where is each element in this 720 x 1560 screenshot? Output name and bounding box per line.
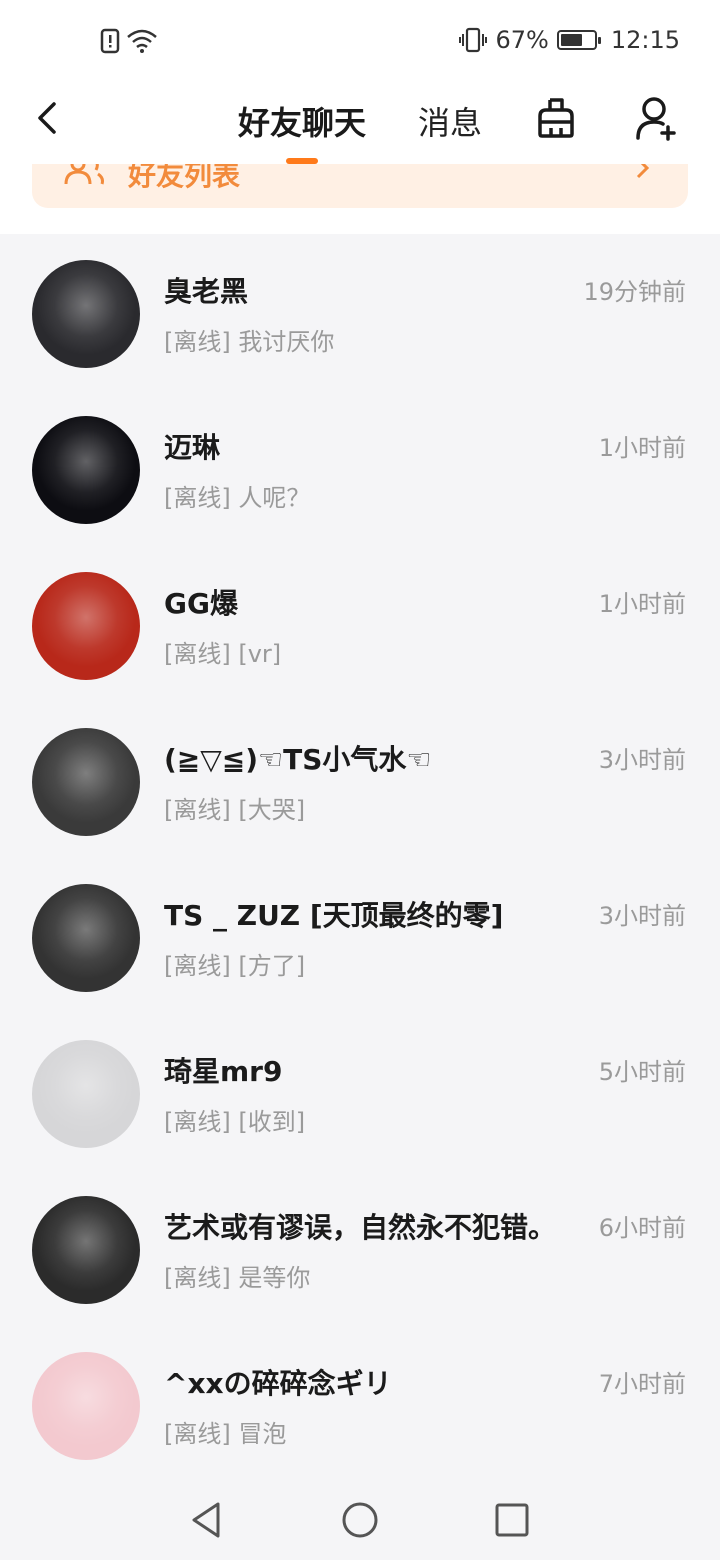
contact-name: ^xxの碎碎念ギリ: [164, 1367, 392, 1400]
last-message-time: 6小时前: [598, 1214, 686, 1242]
chevron-right-icon: [636, 164, 650, 179]
last-message-preview: [离线] 人呢？: [164, 484, 311, 512]
contact-name: 艺术或有谬误，自然永不犯错。: [164, 1211, 557, 1244]
chat-row[interactable]: TS _ ZUZ [天顶最终的零] 3小时前 [离线] [方了]: [0, 858, 720, 1014]
avatar[interactable]: [32, 416, 140, 524]
broom-icon[interactable]: [532, 94, 580, 142]
last-message-time: 1小时前: [598, 434, 686, 462]
contact-name: GG爆: [164, 587, 238, 620]
status-right: 67% 12:15: [459, 26, 680, 54]
tab-messages[interactable]: 消息: [418, 98, 482, 144]
chat-list: 臭老黑 19分钟前 [离线] 我讨厌你 迈琳 1小时前 [离线] 人呢？ GG爆…: [0, 234, 720, 1480]
contact-name: 迈琳: [164, 431, 221, 464]
wifi-icon: [127, 29, 157, 53]
last-message-time: 19分钟前: [583, 278, 686, 306]
avatar[interactable]: [32, 572, 140, 680]
avatar[interactable]: [32, 260, 140, 368]
battery-percent: 67%: [495, 26, 549, 54]
avatar[interactable]: [32, 728, 140, 836]
back-triangle-icon[interactable]: [186, 1498, 230, 1542]
chat-row[interactable]: 琦星mr9 5小时前 [离线] [收到]: [0, 1014, 720, 1170]
tab-friend-chat[interactable]: 好友聊天: [238, 98, 366, 144]
last-message-preview: [离线] [收到]: [164, 1108, 306, 1136]
contact-name: 琦星mr9: [164, 1055, 283, 1088]
last-message-preview: [离线] 冒泡: [164, 1420, 287, 1448]
contact-name: TS _ ZUZ [天顶最终的零]: [164, 899, 504, 932]
battery-level: [560, 34, 583, 46]
recents-square-icon[interactable]: [490, 1498, 534, 1542]
top-nav: 好友聊天 消息: [0, 84, 720, 164]
chat-row[interactable]: 艺术或有谬误，自然永不犯错。 6小时前 [离线] 是等你: [0, 1170, 720, 1326]
friends-icon: [64, 164, 104, 185]
last-message-preview: [离线] [大哭]: [164, 796, 306, 824]
alert-icon: [100, 28, 120, 54]
last-message-time: 3小时前: [598, 902, 686, 930]
friend-list-banner[interactable]: 好友列表: [32, 164, 688, 208]
last-message-preview: [离线] [方了]: [164, 952, 306, 980]
chat-row[interactable]: ^xxの碎碎念ギリ 7小时前 [离线] 冒泡: [0, 1326, 720, 1482]
status-bar: 67% 12:15: [0, 0, 720, 84]
avatar[interactable]: [32, 1040, 140, 1148]
system-nav-bar: [0, 1480, 720, 1560]
last-message-preview: [离线] 我讨厌你: [164, 328, 335, 356]
clock: 12:15: [610, 26, 680, 54]
contact-name: (≧▽≦)☜TS小气水☜: [164, 743, 432, 776]
battery-icon: [556, 30, 601, 50]
last-message-preview: [离线] 是等你: [164, 1264, 311, 1292]
last-message-time: 5小时前: [598, 1058, 686, 1086]
last-message-preview: [离线] [vr]: [164, 640, 282, 668]
last-message-time: 1小时前: [598, 590, 686, 618]
contact-name: 臭老黑: [164, 275, 249, 308]
last-message-time: 7小时前: [598, 1370, 686, 1398]
avatar[interactable]: [32, 884, 140, 992]
last-message-time: 3小时前: [598, 746, 686, 774]
chat-row[interactable]: GG爆 1小时前 [离线] [vr]: [0, 546, 720, 702]
avatar[interactable]: [32, 1352, 140, 1460]
add-friend-icon[interactable]: [632, 94, 680, 142]
status-left-icons: [100, 28, 158, 54]
avatar[interactable]: [32, 1196, 140, 1304]
friend-list-banner-area: 好友列表: [0, 164, 720, 234]
chat-row[interactable]: 迈琳 1小时前 [离线] 人呢？: [0, 390, 720, 546]
banner-label: 好友列表: [128, 164, 241, 192]
home-circle-icon[interactable]: [338, 1498, 382, 1542]
chat-row[interactable]: (≧▽≦)☜TS小气水☜ 3小时前 [离线] [大哭]: [0, 702, 720, 858]
chat-row[interactable]: 臭老黑 19分钟前 [离线] 我讨厌你: [0, 234, 720, 390]
back-icon[interactable]: [28, 98, 68, 138]
vibrate-icon: [459, 27, 488, 53]
